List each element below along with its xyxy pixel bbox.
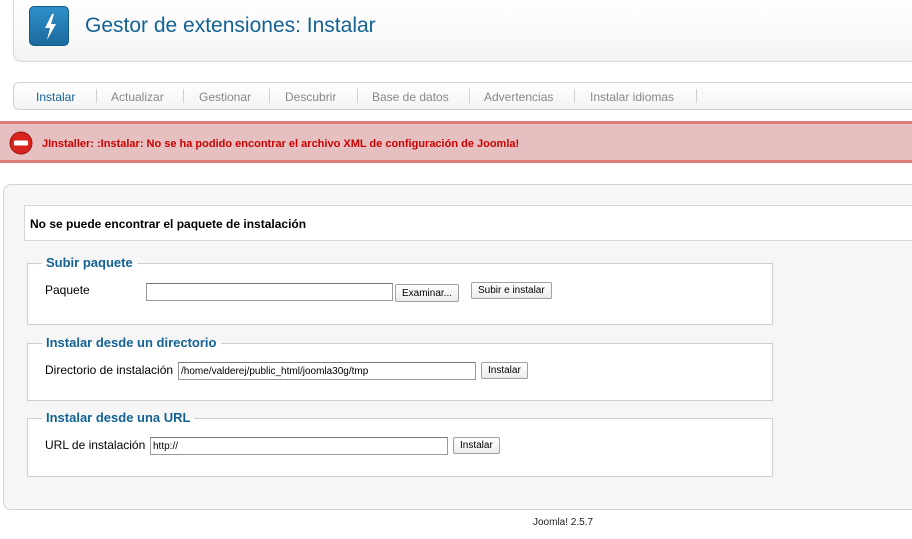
error-message-text: JInstaller: :Instalar: No se ha podido e… (42, 138, 520, 150)
notice-text: No se puede encontrar el paquete de inst… (30, 217, 307, 231)
notice-box: No se puede encontrar el paquete de inst… (24, 205, 912, 241)
package-label: Paquete (45, 283, 90, 297)
browse-button[interactable]: Examinar... (395, 284, 460, 302)
tab-base-de-datos[interactable]: Base de datos (372, 90, 449, 104)
extension-install-icon (29, 6, 69, 46)
tab-gestionar[interactable]: Gestionar (199, 90, 251, 104)
install-panel: No se puede encontrar el paquete de inst… (3, 184, 912, 510)
install-directory-button[interactable]: Instalar (481, 362, 528, 379)
tab-descubrir[interactable]: Descubrir (285, 90, 336, 104)
tab-divider (96, 89, 97, 103)
tab-advertencias[interactable]: Advertencias (484, 90, 553, 104)
install-directory-legend: Instalar desde un directorio (42, 335, 221, 350)
install-url-input[interactable] (150, 437, 448, 455)
tab-divider (269, 89, 270, 103)
tab-actualizar[interactable]: Actualizar (111, 90, 164, 104)
install-url-button[interactable]: Instalar (453, 437, 500, 454)
install-directory-label: Directorio de instalación (45, 363, 174, 377)
install-url-legend: Instalar desde una URL (42, 410, 195, 425)
page-title: Gestor de extensiones: Instalar (85, 14, 376, 37)
tab-divider (469, 89, 470, 103)
error-message-box: JInstaller: :Instalar: No se ha podido e… (0, 121, 912, 163)
submenu-tabs: Instalar Actualizar Gestionar Descubrir … (13, 82, 912, 110)
error-stop-icon (9, 131, 33, 158)
tab-divider (574, 89, 575, 103)
upload-package-legend: Subir paquete (42, 255, 137, 270)
tab-divider (357, 89, 358, 103)
package-file-input[interactable] (146, 283, 393, 301)
tab-instalar-idiomas[interactable]: Instalar idiomas (590, 90, 674, 104)
upload-install-button[interactable]: Subir e instalar (471, 282, 552, 299)
toolbar-header: Gestor de extensiones: Instalar (13, 0, 912, 62)
install-directory-input[interactable] (178, 362, 476, 380)
tab-divider (696, 89, 697, 103)
install-url-label: URL de instalación (45, 438, 146, 452)
upload-package-fieldset: Subir paquete Paquete Examinar... Subir … (27, 255, 773, 325)
tab-instalar[interactable]: Instalar (36, 90, 75, 104)
footer-version: Joomla! 2.5.7 (533, 517, 594, 528)
install-directory-fieldset: Instalar desde un directorio Directorio … (27, 335, 773, 401)
install-url-fieldset: Instalar desde una URL URL de instalació… (27, 410, 773, 477)
tab-divider (183, 89, 184, 103)
